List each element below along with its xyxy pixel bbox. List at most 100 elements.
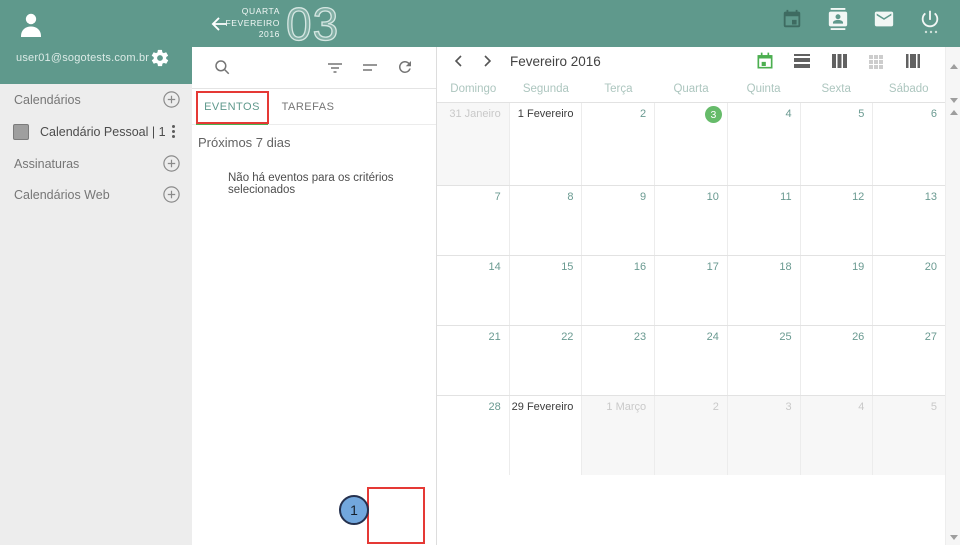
day-header: Sexta — [800, 83, 873, 95]
day-cell[interactable]: 29 Fevereiro — [509, 396, 582, 475]
reload-icon[interactable] — [396, 58, 414, 76]
contacts-module-icon[interactable] — [827, 8, 851, 38]
day-cell[interactable]: 23 — [581, 326, 654, 395]
day-cell[interactable]: 13 — [872, 186, 945, 255]
scrollbar-track[interactable] — [945, 47, 960, 545]
month-view-icon[interactable] — [866, 51, 886, 71]
day-cell[interactable]: 18 — [727, 256, 800, 325]
day-cell[interactable]: 14 — [437, 256, 509, 325]
day-number: 20 — [925, 261, 937, 273]
day-number: 21 — [488, 331, 500, 343]
day-number: 1 Março — [606, 401, 646, 413]
events-toolbar — [192, 47, 436, 89]
day-cell[interactable]: 4 — [800, 396, 873, 475]
week-view-icon[interactable] — [829, 51, 849, 71]
day-number: 14 — [488, 261, 500, 273]
day-cell[interactable]: 27 — [872, 326, 945, 395]
day-number: 10 — [707, 191, 719, 203]
events-panel: EVENTOS TAREFAS Próximos 7 dias Não há e… — [192, 47, 437, 545]
day-cell[interactable]: 12 — [800, 186, 873, 255]
power-icon[interactable] — [919, 8, 943, 38]
sort-icon[interactable] — [361, 58, 379, 76]
user-email: user01@sogotests.com.br — [16, 52, 149, 64]
section-label: Calendários Web — [14, 188, 110, 202]
day-number: 5 — [931, 401, 937, 413]
scroll-down-icon[interactable] — [950, 535, 958, 540]
day-header: Quinta — [727, 83, 800, 95]
circle-plus-icon[interactable] — [163, 186, 180, 203]
section-label: Assinaturas — [14, 157, 79, 171]
day-cell[interactable]: 26 — [800, 326, 873, 395]
search-icon[interactable] — [213, 58, 231, 76]
calendar-module-icon[interactable] — [781, 8, 805, 38]
day-header: Segunda — [510, 83, 583, 95]
day-cell[interactable]: 1 Março — [581, 396, 654, 475]
day-cell[interactable]: 25 — [727, 326, 800, 395]
tab-tarefas[interactable]: TAREFAS — [272, 89, 344, 124]
day-number: 11 — [780, 191, 791, 203]
day-cell[interactable]: 4 — [727, 103, 800, 185]
day-cell[interactable]: 28 — [437, 396, 509, 475]
next-month-icon[interactable] — [479, 53, 495, 69]
day-cell[interactable]: 1 Fevereiro — [509, 103, 582, 185]
calendar-checkbox[interactable] — [13, 124, 29, 140]
day-cell[interactable]: 16 — [581, 256, 654, 325]
day-cell[interactable]: 3 — [654, 103, 727, 185]
day-cell[interactable]: 2 — [581, 103, 654, 185]
day-header: Quarta — [655, 83, 728, 95]
circle-plus-icon[interactable] — [163, 155, 180, 172]
day-number: 27 — [925, 331, 937, 343]
day-cell[interactable]: 7 — [437, 186, 509, 255]
calendar-week-row: 14 15 16 17 18 19 20 — [437, 255, 945, 325]
day-cell[interactable]: 8 — [509, 186, 582, 255]
mail-module-icon[interactable] — [873, 8, 897, 38]
day-cell[interactable]: 11 — [727, 186, 800, 255]
scroll-down-icon[interactable] — [950, 98, 958, 103]
sidebar-section-web-calendars: Calendários Web — [0, 179, 192, 210]
today-green-calendar-icon[interactable] — [755, 51, 775, 71]
day-cell[interactable]: 3 — [727, 396, 800, 475]
day-cell[interactable]: 6 — [872, 103, 945, 185]
day-cell[interactable]: 21 — [437, 326, 509, 395]
gear-icon[interactable] — [150, 48, 170, 68]
day-number: 18 — [779, 261, 791, 273]
day-header: Sábado — [872, 83, 945, 95]
previous-month-icon[interactable] — [451, 53, 467, 69]
day-cell[interactable]: 31 Janeiro — [437, 103, 509, 185]
day-cell[interactable]: 5 — [872, 396, 945, 475]
scroll-up-icon[interactable] — [950, 110, 958, 115]
day-number: 28 — [488, 401, 500, 413]
filter-icon[interactable] — [326, 58, 344, 76]
tab-eventos[interactable]: EVENTOS — [196, 89, 268, 124]
day-cell[interactable]: 22 — [509, 326, 582, 395]
day-cell[interactable]: 2 — [654, 396, 727, 475]
calendar-month-title: Fevereiro 2016 — [510, 54, 601, 69]
annotation-step-label: 1 — [350, 502, 358, 518]
day-cell[interactable]: 10 — [654, 186, 727, 255]
sidebar: user01@sogotests.com.br Calendários Cale… — [0, 0, 192, 545]
day-cell[interactable]: 15 — [509, 256, 582, 325]
calendar-week-row: 21 22232425 26 27 — [437, 325, 945, 395]
sidebar-item-personal-calendar[interactable]: Calendário Pessoal | 1 — [0, 115, 192, 148]
day-cell[interactable]: 9 — [581, 186, 654, 255]
view-switch-icons — [738, 51, 923, 71]
day-number: 15 — [561, 261, 573, 273]
day-number: 26 — [852, 331, 864, 343]
day-cell[interactable]: 17 — [654, 256, 727, 325]
day-number: 9 — [640, 191, 646, 203]
circle-plus-icon[interactable] — [163, 91, 180, 108]
scroll-up-icon[interactable] — [950, 64, 958, 69]
day-number: 4 — [785, 108, 791, 120]
day-view-icon[interactable] — [792, 51, 812, 71]
day-cell[interactable]: 20 — [872, 256, 945, 325]
multicolumn-view-icon[interactable] — [903, 51, 923, 71]
range-filter-dropdown[interactable]: Próximos 7 dias — [192, 125, 436, 150]
day-cell[interactable]: 24 — [654, 326, 727, 395]
day-number: 16 — [634, 261, 646, 273]
vertical-dots-icon[interactable] — [166, 123, 180, 139]
day-cell[interactable]: 19 — [800, 256, 873, 325]
appbar-module-icons — [770, 8, 954, 38]
calendar-panel: Fevereiro 2016 DomingoSegundaTer — [437, 47, 945, 545]
day-cell[interactable]: 5 — [800, 103, 873, 185]
current-date-block: QUARTA FEVEREIRO 2016 — [220, 6, 280, 41]
